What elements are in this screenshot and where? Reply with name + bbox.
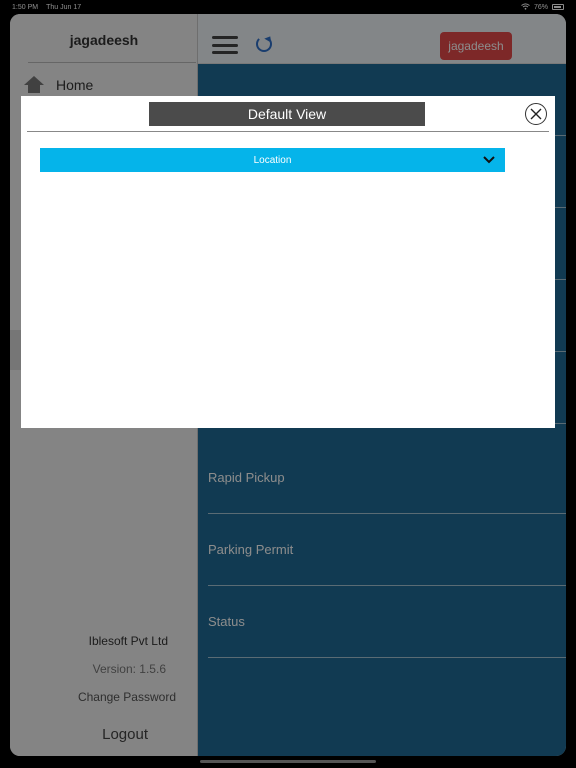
default-view-select[interactable]: Location — [40, 148, 505, 172]
dialog-divider — [27, 131, 549, 132]
select-value: Location — [253, 154, 292, 166]
ipad-screen: 1:50 PM Thu Jun 17 76% jagadeesh Home Ib… — [0, 0, 576, 768]
dialog-title: Default View — [149, 102, 425, 126]
close-icon[interactable] — [525, 103, 547, 125]
home-indicator[interactable] — [200, 760, 376, 763]
default-view-dialog: Default View Location — [21, 96, 555, 428]
chevron-down-icon — [483, 156, 495, 164]
